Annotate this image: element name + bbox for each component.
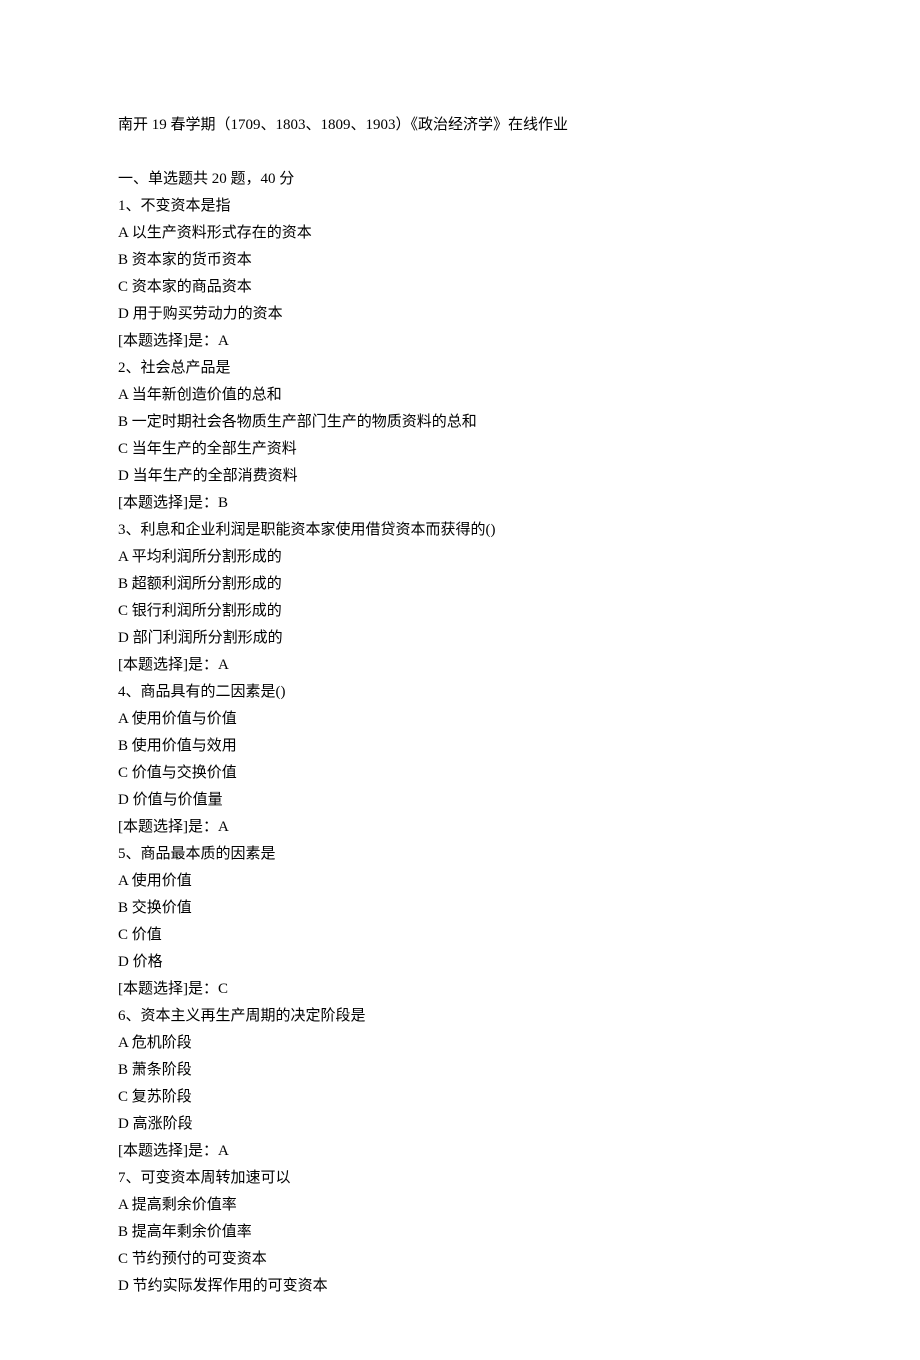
- question-block: 4、商品具有的二因素是()A 使用价值与价值B 使用价值与效用C 价值与交换价值…: [118, 679, 802, 841]
- question-stem: 4、商品具有的二因素是(): [118, 679, 802, 706]
- question-option: C 当年生产的全部生产资料: [118, 436, 802, 463]
- question-option: C 资本家的商品资本: [118, 274, 802, 301]
- questions-container: 1、不变资本是指A 以生产资料形式存在的资本B 资本家的货币资本C 资本家的商品…: [118, 193, 802, 1300]
- question-option: B 交换价值: [118, 895, 802, 922]
- question-option: A 以生产资料形式存在的资本: [118, 220, 802, 247]
- document-page: 南开 19 春学期（1709、1803、1809、1903）《政治经济学》在线作…: [0, 0, 920, 1360]
- question-option: A 当年新创造价值的总和: [118, 382, 802, 409]
- question-answer: [本题选择]是：A: [118, 328, 802, 355]
- question-option: A 危机阶段: [118, 1030, 802, 1057]
- question-option: D 价值与价值量: [118, 787, 802, 814]
- question-stem: 1、不变资本是指: [118, 193, 802, 220]
- question-option: C 节约预付的可变资本: [118, 1246, 802, 1273]
- question-option: C 价值与交换价值: [118, 760, 802, 787]
- question-option: B 使用价值与效用: [118, 733, 802, 760]
- question-option: C 价值: [118, 922, 802, 949]
- question-option: B 提高年剩余价值率: [118, 1219, 802, 1246]
- question-option: A 使用价值: [118, 868, 802, 895]
- question-block: 3、利息和企业利润是职能资本家使用借贷资本而获得的()A 平均利润所分割形成的B…: [118, 517, 802, 679]
- question-answer: [本题选择]是：C: [118, 976, 802, 1003]
- question-block: 5、商品最本质的因素是A 使用价值B 交换价值C 价值D 价格[本题选择]是：C: [118, 841, 802, 1003]
- page-title: 南开 19 春学期（1709、1803、1809、1903）《政治经济学》在线作…: [118, 112, 802, 139]
- question-option: D 部门利润所分割形成的: [118, 625, 802, 652]
- question-block: 7、可变资本周转加速可以A 提高剩余价值率B 提高年剩余价值率C 节约预付的可变…: [118, 1165, 802, 1300]
- question-option: D 价格: [118, 949, 802, 976]
- question-block: 2、社会总产品是A 当年新创造价值的总和B 一定时期社会各物质生产部门生产的物质…: [118, 355, 802, 517]
- question-answer: [本题选择]是：A: [118, 814, 802, 841]
- question-option: A 使用价值与价值: [118, 706, 802, 733]
- question-option: B 超额利润所分割形成的: [118, 571, 802, 598]
- question-option: C 复苏阶段: [118, 1084, 802, 1111]
- question-option: A 平均利润所分割形成的: [118, 544, 802, 571]
- question-block: 1、不变资本是指A 以生产资料形式存在的资本B 资本家的货币资本C 资本家的商品…: [118, 193, 802, 355]
- question-stem: 2、社会总产品是: [118, 355, 802, 382]
- question-option: C 银行利润所分割形成的: [118, 598, 802, 625]
- section-header-text: 一、单选题共 20 题，40 分: [118, 166, 802, 193]
- question-option: D 用于购买劳动力的资本: [118, 301, 802, 328]
- question-answer: [本题选择]是：A: [118, 1138, 802, 1165]
- question-answer: [本题选择]是：A: [118, 652, 802, 679]
- question-option: B 一定时期社会各物质生产部门生产的物质资料的总和: [118, 409, 802, 436]
- question-option: D 节约实际发挥作用的可变资本: [118, 1273, 802, 1300]
- question-option: B 资本家的货币资本: [118, 247, 802, 274]
- title-text: 南开 19 春学期（1709、1803、1809、1903）《政治经济学》在线作…: [118, 112, 802, 139]
- question-option: B 萧条阶段: [118, 1057, 802, 1084]
- question-option: D 当年生产的全部消费资料: [118, 463, 802, 490]
- question-block: 6、资本主义再生产周期的决定阶段是A 危机阶段B 萧条阶段C 复苏阶段D 高涨阶…: [118, 1003, 802, 1165]
- question-option: A 提高剩余价值率: [118, 1192, 802, 1219]
- question-option: D 高涨阶段: [118, 1111, 802, 1138]
- question-stem: 7、可变资本周转加速可以: [118, 1165, 802, 1192]
- question-stem: 5、商品最本质的因素是: [118, 841, 802, 868]
- question-stem: 6、资本主义再生产周期的决定阶段是: [118, 1003, 802, 1030]
- section-header: 一、单选题共 20 题，40 分: [118, 166, 802, 193]
- question-answer: [本题选择]是：B: [118, 490, 802, 517]
- question-stem: 3、利息和企业利润是职能资本家使用借贷资本而获得的(): [118, 517, 802, 544]
